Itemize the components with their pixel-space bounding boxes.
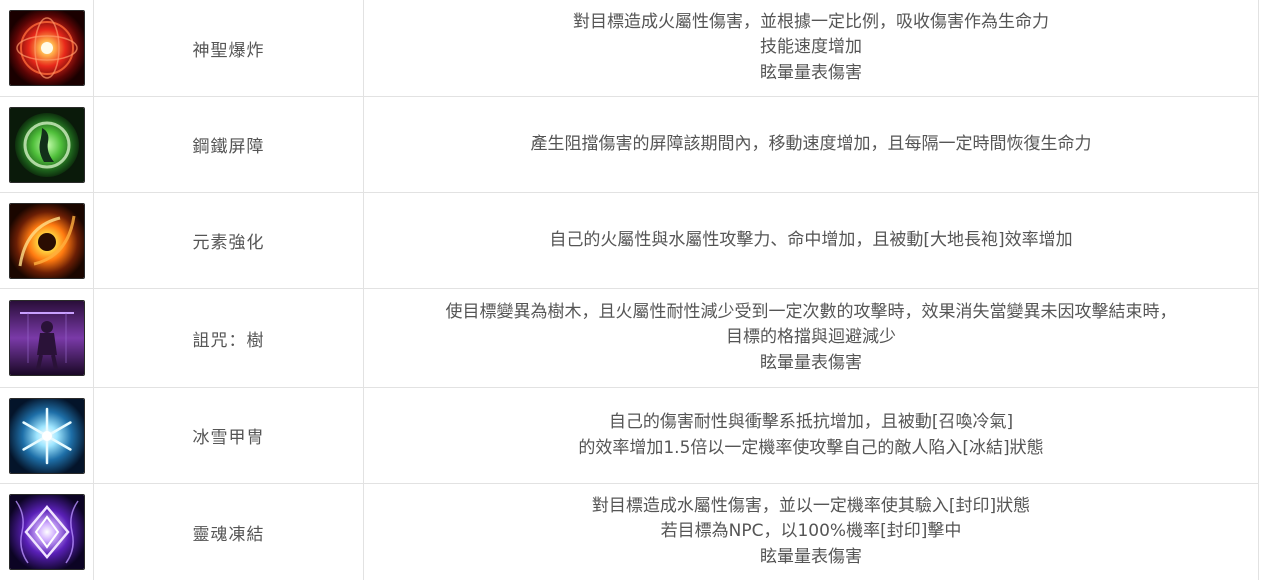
skill-name: 靈魂凍結 bbox=[94, 484, 364, 580]
skill-icon-cell bbox=[0, 289, 94, 387]
skill-icon-cell bbox=[0, 484, 94, 580]
skill-table: 神聖爆炸 對目標造成火屬性傷害，並根據一定比例，吸收傷害作為生命力 技能速度增加… bbox=[0, 0, 1259, 580]
description-line: 使目標變異為樹木，且火屬性耐性減少受到一定次數的攻擊時，效果消失當變異未因攻擊結… bbox=[445, 301, 1177, 322]
description-line: 對目標造成火屬性傷害，並根據一定比例，吸收傷害作為生命力 bbox=[573, 11, 1049, 32]
description-line: 眩暈量表傷害 bbox=[760, 62, 862, 83]
purple-curse-tree-icon bbox=[8, 300, 85, 376]
table-row: 鋼鐵屏障 產生阻擋傷害的屏障該期間內，移動速度增加，且每隔一定時間恢復生命力 bbox=[0, 97, 1258, 193]
skill-description: 自己的傷害耐性與衝擊系抵抗增加，且被動[召喚冷氣] 的效率增加1.5倍以一定機率… bbox=[364, 388, 1258, 483]
skill-description: 對目標造成水屬性傷害，並以一定機率使其驗入[封印]狀態 若目標為NPC，以100… bbox=[364, 484, 1258, 580]
table-row: 冰雪甲冑 自己的傷害耐性與衝擊系抵抗增加，且被動[召喚冷氣] 的效率增加1.5倍… bbox=[0, 388, 1258, 484]
skill-icon-cell bbox=[0, 0, 94, 96]
skill-name: 鋼鐵屏障 bbox=[94, 97, 364, 192]
skill-name: 神聖爆炸 bbox=[94, 0, 364, 96]
elemental-swirl-icon bbox=[8, 202, 85, 279]
skill-icon-cell bbox=[0, 388, 94, 483]
skill-description: 產生阻擋傷害的屏障該期間內，移動速度增加，且每隔一定時間恢復生命力 bbox=[364, 97, 1258, 192]
description-line: 目標的格擋與迴避減少 bbox=[726, 327, 896, 348]
ice-snowflake-icon bbox=[8, 397, 85, 474]
description-line: 眩暈量表傷害 bbox=[760, 352, 862, 373]
skill-icon-cell bbox=[0, 97, 94, 192]
table-row: 神聖爆炸 對目標造成火屬性傷害，並根據一定比例，吸收傷害作為生命力 技能速度增加… bbox=[0, 0, 1258, 97]
skill-description: 使目標變異為樹木，且火屬性耐性減少受到一定次數的攻擊時，效果消失當變異未因攻擊結… bbox=[364, 289, 1258, 387]
description-line: 的效率增加1.5倍以一定機率使攻擊自己的敵人陷入[冰結]狀態 bbox=[578, 437, 1044, 458]
table-row: 詛咒：樹 使目標變異為樹木，且火屬性耐性減少受到一定次數的攻擊時，效果消失當變異… bbox=[0, 289, 1258, 388]
skill-icon-cell bbox=[0, 193, 94, 288]
skill-name: 元素強化 bbox=[94, 193, 364, 288]
description-line: 眩暈量表傷害 bbox=[760, 546, 862, 567]
fire-orb-icon bbox=[8, 10, 85, 86]
skill-name: 詛咒：樹 bbox=[94, 289, 364, 387]
skill-description: 對目標造成火屬性傷害，並根據一定比例，吸收傷害作為生命力 技能速度增加 眩暈量表… bbox=[364, 0, 1258, 96]
description-line: 自己的火屬性與水屬性攻擊力、命中增加，且被動[大地長袍]效率增加 bbox=[549, 229, 1073, 250]
table-row: 靈魂凍結 對目標造成水屬性傷害，並以一定機率使其驗入[封印]狀態 若目標為NPC… bbox=[0, 484, 1258, 580]
description-line: 技能速度增加 bbox=[760, 37, 862, 58]
description-line: 對目標造成水屬性傷害，並以一定機率使其驗入[封印]狀態 bbox=[591, 495, 1031, 516]
description-line: 產生阻擋傷害的屏障該期間內，移動速度增加，且每隔一定時間恢復生命力 bbox=[530, 133, 1092, 154]
skill-description: 自己的火屬性與水屬性攻擊力、命中增加，且被動[大地長袍]效率增加 bbox=[364, 193, 1258, 288]
description-line: 自己的傷害耐性與衝擊系抵抗增加，且被動[召喚冷氣] bbox=[608, 412, 1014, 432]
skill-name: 冰雪甲冑 bbox=[94, 388, 364, 483]
description-line: 若目標為NPC，以100%機率[封印]擊中 bbox=[660, 521, 962, 542]
green-barrier-icon bbox=[8, 106, 85, 183]
table-row: 元素強化 自己的火屬性與水屬性攻擊力、命中增加，且被動[大地長袍]效率增加 bbox=[0, 193, 1258, 289]
violet-seal-icon bbox=[8, 494, 85, 570]
